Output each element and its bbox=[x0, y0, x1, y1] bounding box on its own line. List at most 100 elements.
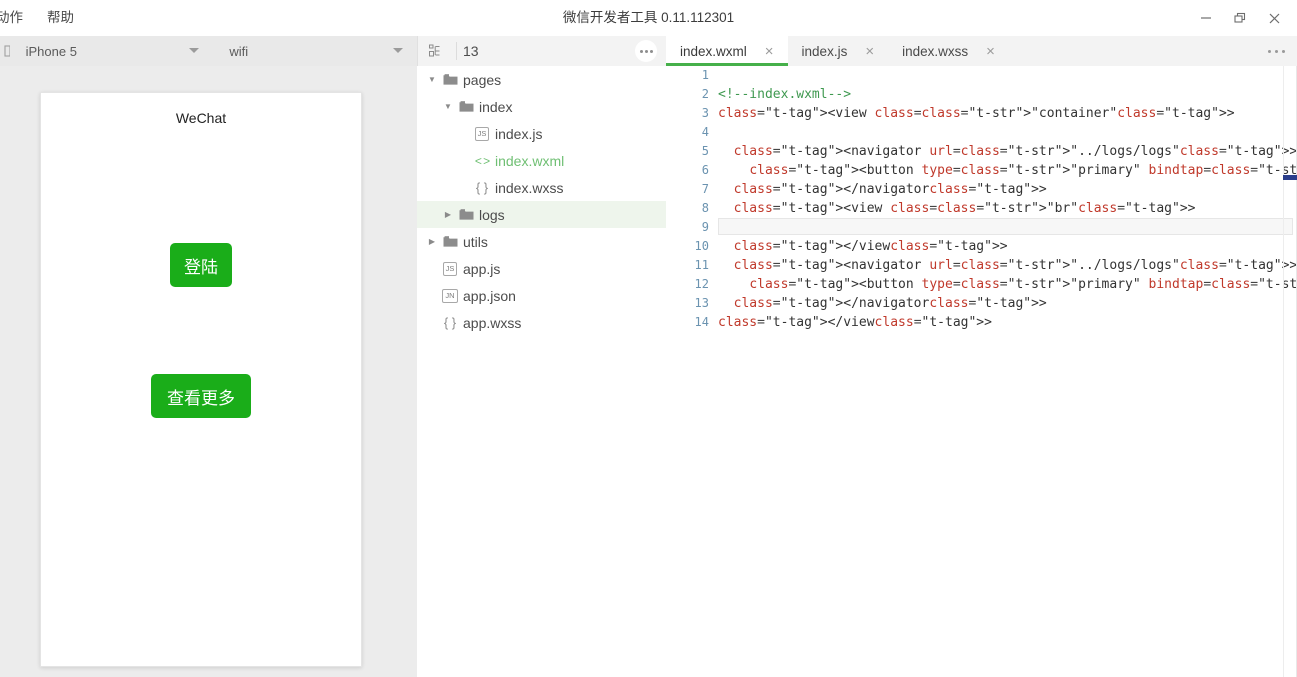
code-line[interactable]: 1 bbox=[666, 66, 1297, 85]
code-line[interactable]: 7 class="t-tag"></navigatorclass="t-tag"… bbox=[666, 180, 1297, 199]
title-bar: 动作 帮助 微信开发者工具 0.11.112301 bbox=[0, 0, 1297, 36]
editor-tab-strip: index.wxml × index.js × index.wxss × bbox=[666, 36, 1297, 67]
line-content[interactable] bbox=[718, 123, 1297, 142]
tab-label: index.wxml bbox=[680, 43, 747, 59]
tree-item-index[interactable]: ▼ index bbox=[417, 93, 666, 120]
simulator-panel: WeChat 登陆 查看更多 bbox=[0, 66, 418, 677]
window-controls bbox=[1191, 0, 1289, 36]
line-content[interactable]: class="t-tag"></viewclass="t-tag">> bbox=[718, 313, 1297, 332]
device-select[interactable]: iPhone 5 bbox=[10, 36, 214, 66]
line-content[interactable]: class="t-tag"><navigator url=class="t-st… bbox=[718, 256, 1297, 275]
line-content[interactable]: class="t-tag"><view class=class="t-str">… bbox=[718, 104, 1297, 123]
project-name: 13 bbox=[456, 42, 485, 60]
wxss-file-icon: { } bbox=[475, 180, 489, 195]
panel-toggle-icon[interactable] bbox=[0, 36, 10, 66]
code-line[interactable]: 3 class="t-tag"><view class=class="t-str"… bbox=[666, 104, 1297, 123]
line-number: 1 bbox=[701, 68, 709, 82]
folder-icon bbox=[439, 73, 461, 86]
line-content[interactable] bbox=[718, 218, 1293, 235]
line-content[interactable]: class="t-tag"></navigatorclass="t-tag">> bbox=[718, 294, 1297, 313]
tree-item-index-wxss[interactable]: { } index.wxss bbox=[417, 174, 666, 201]
tree-item-label: app.json bbox=[463, 287, 516, 304]
line-content[interactable]: class="t-tag"></navigatorclass="t-tag">> bbox=[718, 180, 1297, 199]
json-file-icon: JN bbox=[439, 288, 461, 303]
chevron-right-icon[interactable]: ▶ bbox=[441, 210, 455, 219]
code-line[interactable]: 11 class="t-tag"><navigator url=class="t… bbox=[666, 256, 1297, 275]
phone-frame: WeChat 登陆 查看更多 bbox=[40, 92, 362, 667]
menu-bar: 动作 帮助 bbox=[0, 0, 86, 36]
close-icon[interactable] bbox=[1259, 3, 1289, 33]
line-content[interactable]: class="t-tag"><button type=class="t-str"… bbox=[718, 161, 1297, 180]
line-content[interactable]: class="t-tag"></viewclass="t-tag">> bbox=[718, 237, 1297, 256]
tab-index-wxml[interactable]: index.wxml × bbox=[666, 36, 788, 66]
menu-item-help[interactable]: 帮助 bbox=[35, 0, 86, 36]
tree-overflow-menu-button[interactable] bbox=[635, 40, 657, 62]
tree-item-index-js[interactable]: JS index.js bbox=[417, 120, 666, 147]
close-icon[interactable]: × bbox=[765, 44, 774, 59]
tree-item-label: utils bbox=[463, 233, 488, 250]
code-line[interactable]: 6 class="t-tag"><button type=class="t-st… bbox=[666, 161, 1297, 180]
code-line[interactable]: 12 class="t-tag"><button type=class="t-s… bbox=[666, 275, 1297, 294]
code-line[interactable]: 10 class="t-tag"></viewclass="t-tag">> bbox=[666, 237, 1297, 256]
view-more-button[interactable]: 查看更多 bbox=[151, 374, 251, 418]
dot bbox=[1281, 49, 1285, 53]
code-line[interactable]: 8 class="t-tag"><view class=class="t-str… bbox=[666, 199, 1297, 218]
tree-item-app-wxss[interactable]: { } app.wxss bbox=[417, 309, 666, 336]
chevron-right-icon[interactable]: ▶ bbox=[425, 237, 439, 246]
folder-icon bbox=[455, 208, 477, 221]
line-content[interactable]: class="t-tag"><navigator url=class="t-st… bbox=[718, 142, 1297, 161]
code-line[interactable]: 2 <!--index.wxml--> bbox=[666, 85, 1297, 104]
tab-index-wxss[interactable]: index.wxss × bbox=[888, 36, 1009, 66]
close-icon[interactable]: × bbox=[865, 44, 874, 59]
code-editor[interactable]: 1 2 <!--index.wxml--> 3 class="t-tag"><view … bbox=[666, 66, 1297, 677]
dot bbox=[639, 49, 643, 53]
network-select[interactable]: wifi bbox=[213, 36, 417, 66]
tree-item-utils[interactable]: ▶ utils bbox=[417, 228, 666, 255]
restore-icon[interactable] bbox=[1225, 3, 1255, 33]
line-number: 5 bbox=[701, 144, 709, 158]
file-tree-toolbar: 13 bbox=[417, 36, 667, 66]
network-select-value: wifi bbox=[229, 43, 249, 59]
editor-overflow-menu-button[interactable] bbox=[1265, 41, 1287, 61]
tree-item-label: index.wxss bbox=[495, 179, 564, 196]
tree-item-label: index.js bbox=[495, 125, 543, 142]
device-select-value: iPhone 5 bbox=[25, 43, 77, 59]
tree-item-logs[interactable]: ▶ logs bbox=[417, 201, 666, 228]
line-number: 13 bbox=[694, 296, 709, 310]
window-title: 微信开发者工具 0.11.112301 bbox=[562, 10, 735, 25]
dot bbox=[1267, 49, 1271, 53]
folder-icon bbox=[439, 235, 461, 248]
tree-item-pages[interactable]: ▼ pages bbox=[417, 66, 666, 93]
line-number: 14 bbox=[694, 315, 709, 329]
chevron-down-icon bbox=[393, 48, 403, 53]
line-number: 11 bbox=[694, 258, 709, 272]
tab-index-js[interactable]: index.js × bbox=[787, 36, 889, 66]
minimize-icon[interactable] bbox=[1191, 3, 1221, 33]
chevron-down-icon[interactable]: ▼ bbox=[441, 102, 455, 111]
line-content[interactable]: <!--index.wxml--> bbox=[718, 85, 1297, 104]
code-line[interactable]: 9 bbox=[666, 218, 1297, 237]
line-number: 4 bbox=[701, 125, 709, 139]
line-content[interactable]: class="t-tag"><view class=class="t-str">… bbox=[718, 199, 1297, 218]
login-button[interactable]: 登陆 bbox=[170, 243, 232, 287]
chevron-down-icon bbox=[189, 48, 200, 53]
code-line[interactable]: 13 class="t-tag"></navigatorclass="t-tag… bbox=[666, 294, 1297, 313]
code-area[interactable]: 1 2 <!--index.wxml--> 3 class="t-tag"><view … bbox=[666, 66, 1297, 677]
tab-label: index.js bbox=[801, 43, 848, 59]
scrollbar-marker[interactable] bbox=[1283, 175, 1297, 180]
line-content[interactable] bbox=[718, 66, 1297, 85]
close-icon[interactable]: × bbox=[986, 44, 995, 59]
chevron-down-icon[interactable]: ▼ bbox=[425, 75, 439, 84]
code-line[interactable]: 5 class="t-tag"><navigator url=class="t-… bbox=[666, 142, 1297, 161]
menu-item-actions[interactable]: 动作 bbox=[0, 0, 35, 36]
tree-item-label: logs bbox=[479, 206, 505, 223]
code-line[interactable]: 4 bbox=[666, 123, 1297, 142]
tree-item-index-wxml[interactable]: < > index.wxml bbox=[417, 147, 666, 174]
line-content[interactable]: class="t-tag"><button type=class="t-str"… bbox=[718, 275, 1297, 294]
hierarchy-icon[interactable] bbox=[426, 44, 446, 59]
tree-item-app-js[interactable]: JS app.js bbox=[417, 255, 666, 282]
code-line[interactable]: 14 class="t-tag"></viewclass="t-tag">> bbox=[666, 313, 1297, 332]
tree-item-app-json[interactable]: JN app.json bbox=[417, 282, 666, 309]
dot bbox=[644, 49, 648, 53]
tab-label: index.wxss bbox=[902, 43, 969, 59]
